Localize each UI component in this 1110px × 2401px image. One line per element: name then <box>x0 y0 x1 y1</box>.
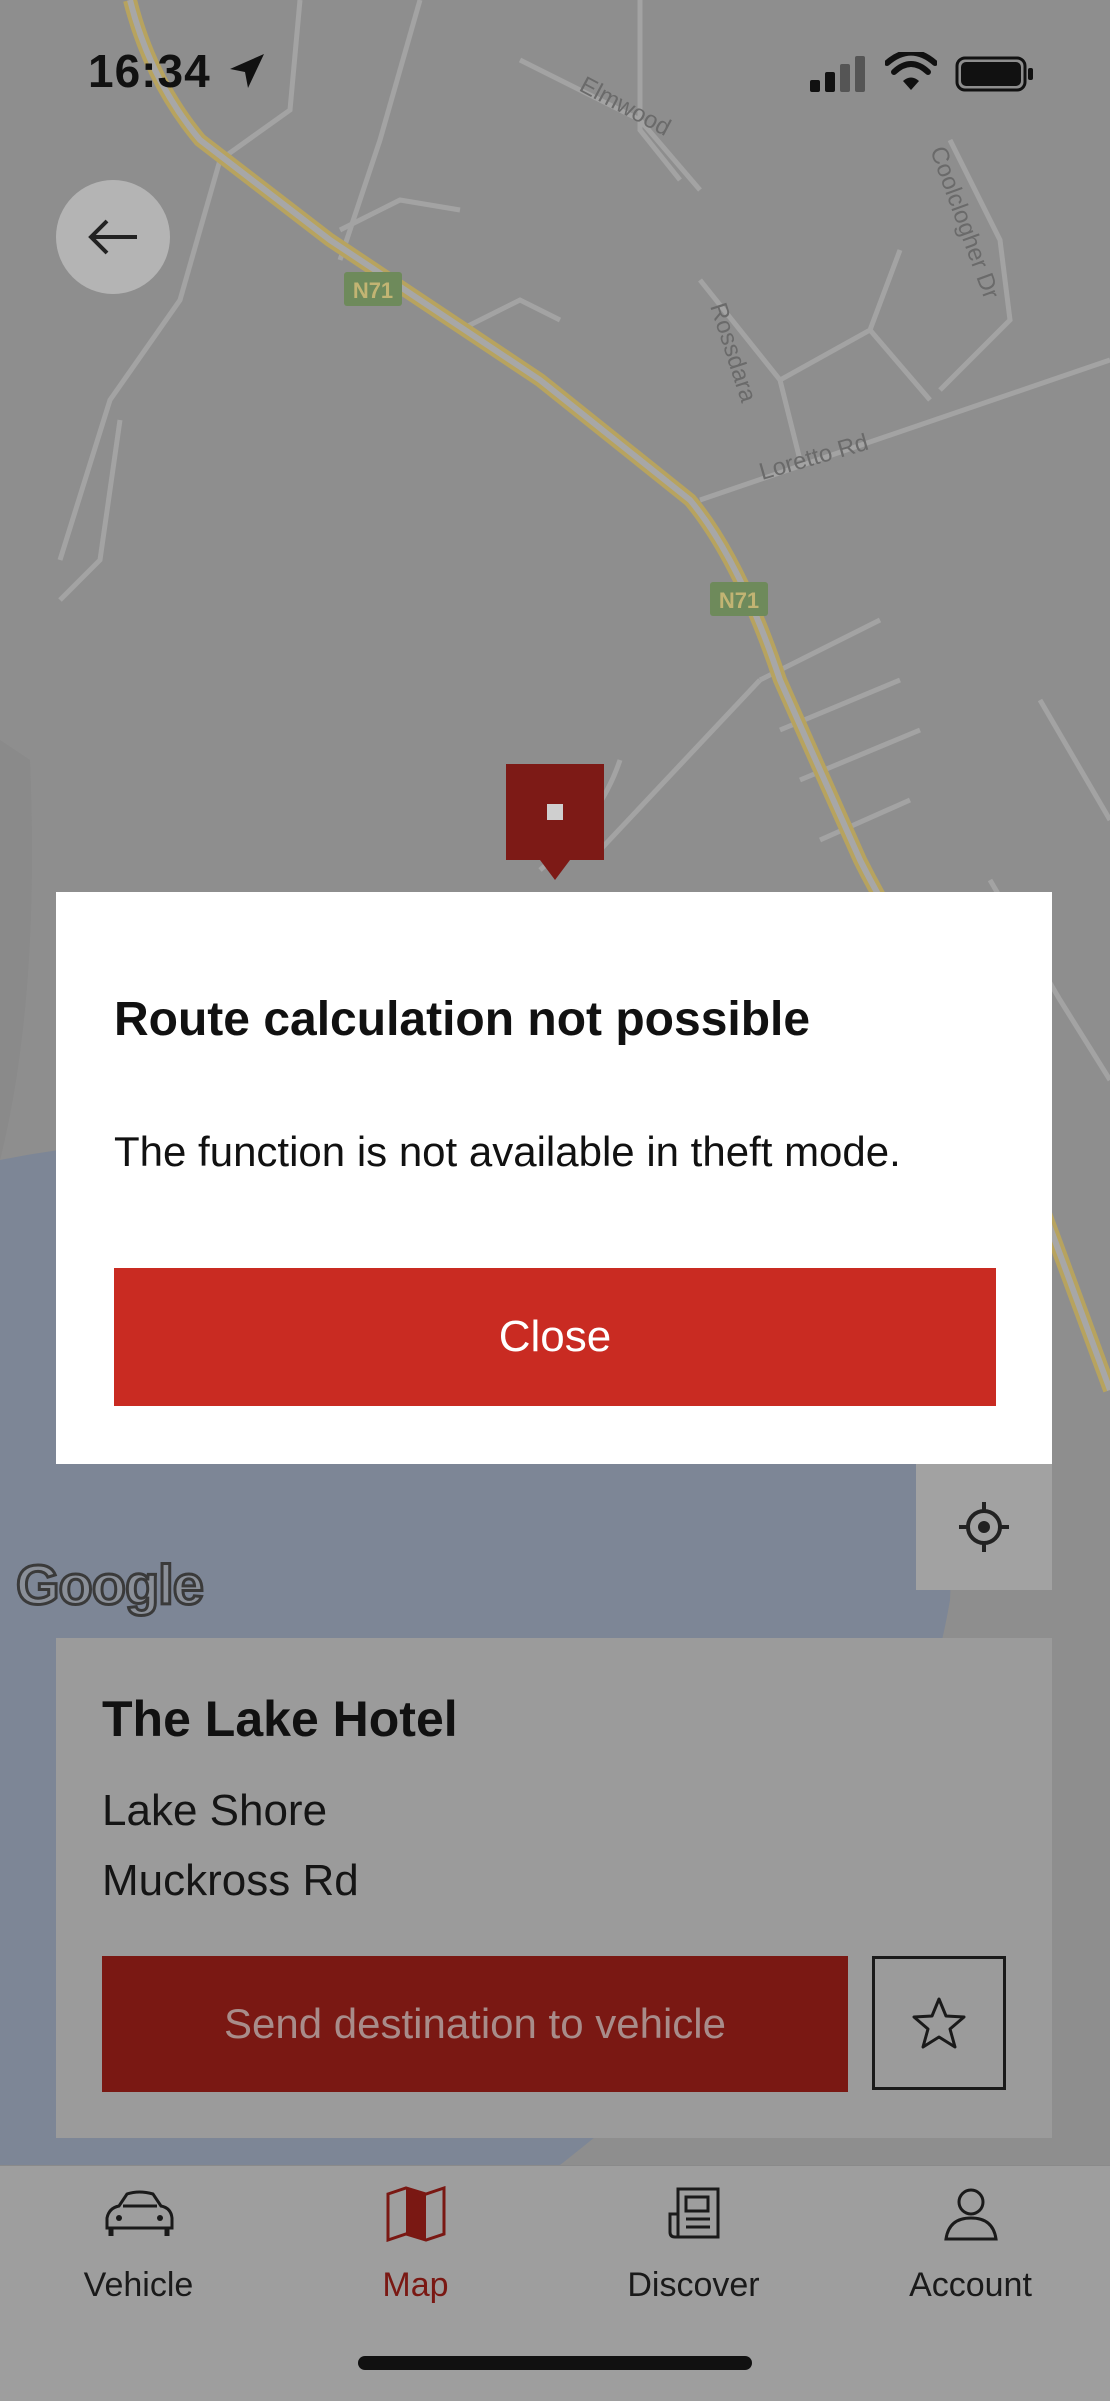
cellular-signal-icon <box>810 56 865 92</box>
wifi-icon <box>885 52 937 90</box>
crosshair-icon <box>959 1502 1009 1552</box>
destination-address-line2: Muckross Rd <box>102 1856 359 1905</box>
user-icon <box>943 2188 998 2241</box>
car-icon <box>105 2190 173 2236</box>
battery-icon <box>955 56 1033 92</box>
google-logo: Google <box>15 1552 206 1618</box>
tab-label-discover: Discover <box>627 2266 760 2304</box>
dialog-message: The function is not available in theft m… <box>114 1128 901 1175</box>
tab-vehicle[interactable]: Vehicle <box>0 2166 277 2336</box>
map-icon <box>386 2186 445 2242</box>
status-bar: 16:34 <box>0 0 1110 140</box>
svg-text:N71: N71 <box>719 588 759 613</box>
route-shield-n71-b: N71 <box>710 582 768 616</box>
route-shield-n71: N71 <box>344 272 402 306</box>
tab-label-vehicle: Vehicle <box>83 2266 194 2304</box>
news-icon <box>668 2187 719 2239</box>
destination-name: The Lake Hotel <box>102 1691 458 1747</box>
close-button[interactable]: Close <box>114 1268 996 1406</box>
tab-account[interactable]: Account <box>832 2166 1109 2336</box>
tab-label-map: Map <box>382 2266 449 2304</box>
tab-map[interactable]: Map <box>277 2166 554 2336</box>
dialog-title: Route calculation not possible <box>114 993 811 1046</box>
status-time: 16:34 <box>88 45 211 97</box>
tab-label-account: Account <box>909 2266 1032 2304</box>
back-button[interactable] <box>56 180 170 294</box>
star-icon <box>912 1997 966 2049</box>
arrow-left-icon <box>88 219 137 255</box>
destination-address-line1: Lake Shore <box>102 1786 328 1835</box>
favorite-button[interactable] <box>872 1956 1006 2090</box>
location-arrow-icon <box>230 54 264 88</box>
destination-card: The Lake Hotel Lake Shore Muckross Rd Se… <box>56 1638 1052 2138</box>
home-indicator[interactable] <box>358 2356 752 2370</box>
tab-discover[interactable]: Discover <box>555 2166 832 2336</box>
locate-me-button[interactable] <box>916 1464 1052 1590</box>
alert-dialog: Route calculation not possible The funct… <box>56 892 1052 1464</box>
send-destination-button[interactable]: Send destination to vehicle <box>102 1956 848 2092</box>
svg-text:N71: N71 <box>353 278 393 303</box>
